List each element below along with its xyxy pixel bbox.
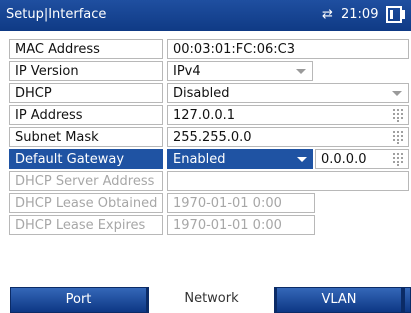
dhcp-server-value — [167, 171, 409, 191]
row-lease-expires: DHCP Lease Expires 1970-01-01 0:00 — [9, 215, 409, 235]
battery-tip — [402, 10, 405, 19]
dhcp-label: DHCP — [9, 83, 163, 103]
chevron-down-icon — [296, 69, 306, 74]
ip-address-input[interactable]: 127.0.0.1 — [167, 105, 409, 125]
tab-vlan[interactable]: VLAN — [276, 287, 402, 313]
mac-address-label: MAC Address — [9, 39, 163, 59]
default-gateway-value: Enabled — [173, 152, 226, 167]
ip-address-label: IP Address — [9, 105, 163, 125]
row-mac-address: MAC Address 00:03:01:FC:06:C3 — [9, 39, 409, 59]
default-gateway-select[interactable]: Enabled — [167, 149, 313, 169]
keypad-icon[interactable] — [393, 131, 404, 144]
chevron-down-icon — [297, 157, 307, 162]
tab-network[interactable]: Network — [149, 287, 274, 313]
network-arrows-icon: ⇄ — [322, 7, 333, 22]
subnet-mask-input[interactable]: 255.255.0.0 — [167, 127, 409, 147]
battery-icon — [386, 6, 402, 23]
lease-obtained-label: DHCP Lease Obtained — [9, 193, 163, 213]
interface-form: MAC Address 00:03:01:FC:06:C3 IP Version… — [9, 39, 409, 237]
tab-bar: Port Network VLAN — [0, 287, 411, 313]
row-subnet-mask: Subnet Mask 255.255.0.0 — [9, 127, 409, 147]
ip-version-label: IP Version — [9, 61, 163, 81]
gateway-address-value: 0.0.0.0 — [321, 152, 367, 167]
clock: 21:09 — [341, 7, 379, 22]
lease-obtained-value: 1970-01-01 0:00 — [167, 193, 315, 213]
row-dhcp-server: DHCP Server Address — [9, 171, 409, 191]
subnet-mask-label: Subnet Mask — [9, 127, 163, 147]
keypad-icon[interactable] — [393, 109, 404, 122]
subnet-mask-value: 255.255.0.0 — [173, 130, 252, 145]
ip-address-value: 127.0.0.1 — [173, 108, 236, 123]
tab-more[interactable] — [404, 287, 411, 313]
ip-version-value: IPv4 — [173, 64, 201, 79]
dhcp-server-label: DHCP Server Address — [9, 171, 163, 191]
row-ip-version: IP Version IPv4 — [9, 61, 409, 81]
dhcp-value: Disabled — [173, 86, 230, 101]
tab-port[interactable]: Port — [10, 287, 147, 313]
ip-version-select[interactable]: IPv4 — [167, 61, 313, 81]
window-title: Setup|Interface — [6, 7, 107, 22]
default-gateway-label: Default Gateway — [9, 149, 163, 169]
chevron-down-icon — [392, 91, 402, 96]
gateway-address-input[interactable]: 0.0.0.0 — [315, 149, 409, 169]
row-ip-address: IP Address 127.0.0.1 — [9, 105, 409, 125]
row-lease-obtained: DHCP Lease Obtained 1970-01-01 0:00 — [9, 193, 409, 213]
row-default-gateway: Default Gateway Enabled 0.0.0.0 — [9, 149, 409, 169]
lease-expires-value: 1970-01-01 0:00 — [167, 215, 315, 235]
title-bar: Setup|Interface ⇄ 21:09 — [0, 0, 411, 31]
row-dhcp: DHCP Disabled — [9, 83, 409, 103]
dhcp-select[interactable]: Disabled — [167, 83, 409, 103]
keypad-icon[interactable] — [393, 153, 404, 166]
mac-address-value: 00:03:01:FC:06:C3 — [167, 39, 409, 59]
lease-expires-label: DHCP Lease Expires — [9, 215, 163, 235]
